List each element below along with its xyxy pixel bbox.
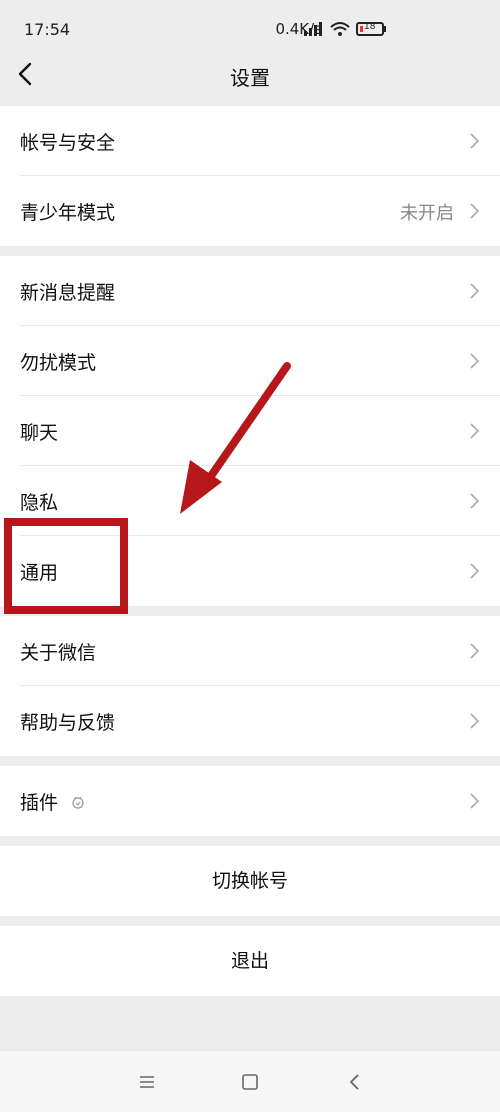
settings-item-privacy[interactable]: 隐私 xyxy=(0,466,500,536)
settings-item-label: 青少年模式 xyxy=(20,202,116,224)
home-icon[interactable] xyxy=(239,1071,261,1093)
back-nav-icon[interactable] xyxy=(344,1071,366,1093)
chevron-right-icon xyxy=(470,493,480,509)
logout-button[interactable]: 退出 xyxy=(0,926,500,996)
settings-group-about: 关于微信 帮助与反馈 xyxy=(0,616,500,756)
settings-group-general: 新消息提醒 勿扰模式 聊天 隐私 通用 xyxy=(0,256,500,606)
chevron-right-icon xyxy=(470,643,480,659)
page-title: 设置 xyxy=(230,66,270,90)
teen-mode-status: 未开启 xyxy=(400,203,454,224)
settings-item-label: 聊天 xyxy=(20,422,59,444)
settings-item-account-security[interactable]: 帐号与安全 xyxy=(0,106,500,176)
settings-item-label: 通用 xyxy=(20,562,59,584)
settings-item-help-feedback[interactable]: 帮助与反馈 xyxy=(0,686,500,756)
chevron-right-icon xyxy=(470,563,480,579)
status-bar: 17:54 0.4K/s 18 xyxy=(0,0,500,60)
settings-item-plugins[interactable]: 插件 xyxy=(0,766,500,836)
settings-item-label: 帐号与安全 xyxy=(20,132,116,154)
settings-item-label: 勿扰模式 xyxy=(20,352,97,374)
system-nav-bar xyxy=(0,1050,500,1112)
settings-item-about-wechat[interactable]: 关于微信 xyxy=(0,616,500,686)
chevron-right-icon xyxy=(470,423,480,439)
settings-item-chat[interactable]: 聊天 xyxy=(0,396,500,466)
chevron-right-icon xyxy=(470,133,480,149)
plugin-icon xyxy=(72,796,84,809)
settings-item-label: 隐私 xyxy=(20,492,59,514)
chevron-right-icon xyxy=(470,283,480,299)
settings-item-general[interactable]: 通用 xyxy=(0,536,500,606)
menu-icon[interactable] xyxy=(136,1071,158,1093)
battery-icon: 18 xyxy=(356,22,384,36)
chevron-right-icon xyxy=(470,793,480,809)
settings-item-teen-mode[interactable]: 青少年模式 未开启 xyxy=(0,176,500,246)
settings-group-account: 帐号与安全 青少年模式 未开启 xyxy=(0,106,500,246)
battery-cap xyxy=(384,26,386,32)
chevron-right-icon xyxy=(470,713,480,729)
settings-group-plugins: 插件 xyxy=(0,766,500,836)
status-time: 17:54 xyxy=(24,20,71,39)
switch-account-button[interactable]: 切换帐号 xyxy=(0,846,500,916)
chevron-right-icon xyxy=(470,353,480,369)
settings-item-label: 帮助与反馈 xyxy=(20,712,116,734)
settings-item-label: 关于微信 xyxy=(20,642,97,664)
settings-item-notifications[interactable]: 新消息提醒 xyxy=(0,256,500,326)
chevron-right-icon xyxy=(470,203,480,219)
settings-item-label: 插件 xyxy=(20,792,59,814)
signal-icon xyxy=(304,22,322,36)
battery-level: 18 xyxy=(364,22,376,32)
wifi-icon xyxy=(330,22,350,36)
settings-item-label: 新消息提醒 xyxy=(20,282,116,304)
settings-item-do-not-disturb[interactable]: 勿扰模式 xyxy=(0,326,500,396)
